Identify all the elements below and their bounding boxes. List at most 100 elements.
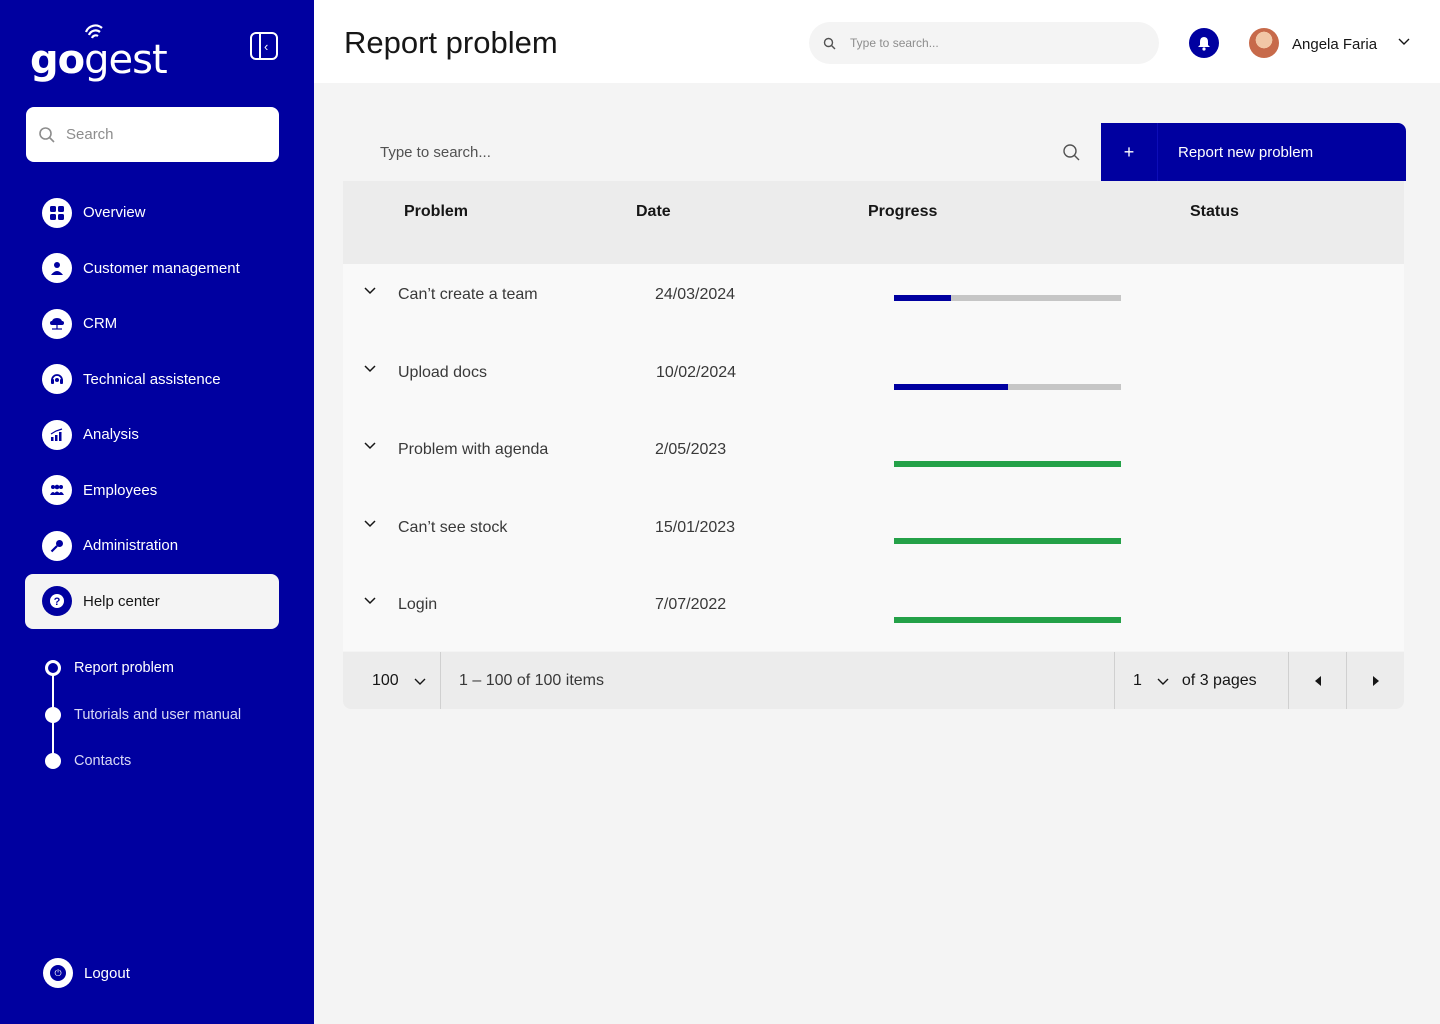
subnav-item-label: Tutorials and user manual <box>74 706 242 723</box>
sidebar-search-placeholder: Search <box>66 126 114 143</box>
subnav-item-label: Contacts <box>74 753 132 770</box>
chevron-down-icon[interactable] <box>363 362 377 376</box>
problem-cell: Can’t create a team <box>398 286 538 303</box>
report-new-problem-button[interactable]: + Report new problem <box>1101 123 1406 181</box>
chevron-down-icon <box>1157 678 1169 685</box>
column-header-progress[interactable]: Progress <box>868 203 937 221</box>
progress-bar <box>894 383 1121 390</box>
column-header-date[interactable]: Date <box>636 203 671 221</box>
page-select[interactable]: 1 of 3 pages <box>1114 652 1288 709</box>
table-header: Problem Date Progress Status <box>343 181 1404 264</box>
sidebar-item-technical-assistence[interactable]: Technical assistence <box>25 352 279 408</box>
sidebar-item-label: Help center <box>83 592 160 610</box>
app-logo: gogest <box>30 24 168 83</box>
date-cell: 15/01/2023 <box>655 518 736 536</box>
key-icon <box>42 530 72 561</box>
sidebar-item-label: Analysis <box>83 426 139 444</box>
table-search-input[interactable]: Type to search... <box>343 124 1101 181</box>
page-value: 1 <box>1133 671 1142 689</box>
chevron-down-icon[interactable] <box>363 594 377 608</box>
avatar[interactable] <box>1249 28 1279 58</box>
logout-label: Logout <box>84 964 130 982</box>
chevron-left-icon: ‹ <box>264 38 269 54</box>
table-body: Can’t create a team 24/03/2024 Upload do… <box>343 264 1404 651</box>
active-dot-icon <box>45 660 61 677</box>
chevron-down-icon[interactable] <box>1397 34 1411 48</box>
sidebar-item-administration[interactable]: Administration <box>25 518 279 574</box>
subnav-item-label: Report problem <box>74 660 174 677</box>
logo-light: gest <box>84 37 168 83</box>
table-row[interactable]: Login 7/07/2022 <box>343 574 1404 652</box>
dot-icon <box>45 706 61 723</box>
progress-bar <box>894 537 1121 544</box>
date-cell: 2/05/2023 <box>655 441 727 458</box>
caret-right-icon <box>1372 675 1379 686</box>
sidebar: gogest ‹ Search Overview Customer manage… <box>0 0 314 1024</box>
sidebar-item-label: CRM <box>83 315 118 333</box>
group-icon <box>42 475 72 506</box>
wifi-icon <box>84 24 103 39</box>
progress-fill <box>894 617 1121 623</box>
sidebar-item-overview[interactable]: Overview <box>25 185 279 241</box>
progress-fill <box>894 383 1008 390</box>
bell-icon <box>1198 36 1210 51</box>
sidebar-item-label: Technical assistence <box>83 370 221 388</box>
problem-cell: Upload docs <box>398 363 487 381</box>
sidebar-item-crm[interactable]: CRM <box>25 296 279 352</box>
sidebar-nav: Overview Customer management CRM Technic… <box>25 185 279 629</box>
user-name[interactable]: Angela Faria <box>1292 36 1377 53</box>
column-header-status[interactable]: Status <box>1190 203 1239 221</box>
chevron-down-icon[interactable] <box>363 517 377 531</box>
table-row[interactable]: Upload docs 10/02/2024 <box>343 342 1404 420</box>
sidebar-item-customer-management[interactable]: Customer management <box>25 241 279 297</box>
report-new-problem-label: Report new problem <box>1178 143 1314 161</box>
subnav-item-tutorials[interactable]: Tutorials and user manual <box>45 692 241 739</box>
notifications-button[interactable] <box>1189 28 1219 58</box>
plus-icon: + <box>1101 123 1158 181</box>
header-search-input[interactable]: Type to search... <box>809 22 1159 64</box>
progress-bar <box>894 617 1121 623</box>
date-cell: 10/02/2024 <box>656 363 737 381</box>
svg-text:?: ? <box>54 596 61 608</box>
table-row[interactable]: Can’t see stock 15/01/2023 <box>343 497 1404 575</box>
sidebar-search-input[interactable]: Search <box>26 107 279 162</box>
chevron-down-icon <box>414 678 426 685</box>
total-pages: of 3 pages <box>1181 671 1257 689</box>
top-header: Report problem Type to search... Angela … <box>314 0 1440 83</box>
power-icon: ⏻ <box>43 958 73 988</box>
items-per-page-value: 100 <box>372 671 399 689</box>
search-icon <box>823 37 836 49</box>
user-icon <box>42 253 72 284</box>
previous-page-button[interactable] <box>1288 652 1346 709</box>
page-title: Report problem <box>344 25 558 60</box>
sidebar-item-analysis[interactable]: Analysis <box>25 407 279 463</box>
logout-button[interactable]: ⏻ Logout <box>43 958 130 988</box>
progress-bar <box>894 461 1121 467</box>
subnav-item-report-problem[interactable]: Report problem <box>45 645 241 692</box>
problem-cell: Can’t see stock <box>398 518 508 536</box>
collapse-sidebar-button[interactable]: ‹ <box>250 32 278 60</box>
column-header-problem[interactable]: Problem <box>404 203 468 221</box>
table-row[interactable]: Can’t create a team 24/03/2024 <box>343 264 1404 342</box>
help-center-subnav: Report problem Tutorials and user manual… <box>45 645 241 785</box>
headset-icon <box>42 364 72 395</box>
sidebar-item-label: Administration <box>83 537 179 555</box>
search-icon <box>1063 144 1080 161</box>
date-cell: 7/07/2022 <box>655 596 727 613</box>
pagination: 100 1 – 100 of 100 items 1 of 3 pages <box>343 652 1404 709</box>
subnav-item-contacts[interactable]: Contacts <box>45 738 241 785</box>
chart-icon <box>42 419 72 450</box>
dot-icon <box>45 753 61 770</box>
table-row[interactable]: Problem with agenda 2/05/2023 <box>343 419 1404 497</box>
sidebar-item-label: Employees <box>83 481 158 499</box>
items-per-page-select[interactable]: 100 <box>343 652 441 709</box>
sidebar-item-label: Overview <box>83 204 146 222</box>
next-page-button[interactable] <box>1346 652 1404 709</box>
help-icon: ? <box>42 586 72 616</box>
sidebar-item-employees[interactable]: Employees <box>25 463 279 519</box>
search-icon <box>39 126 55 143</box>
cloud-network-icon <box>42 308 72 339</box>
chevron-down-icon[interactable] <box>363 439 377 453</box>
sidebar-item-help-center[interactable]: ? Help center <box>25 573 279 629</box>
chevron-down-icon[interactable] <box>363 284 377 298</box>
